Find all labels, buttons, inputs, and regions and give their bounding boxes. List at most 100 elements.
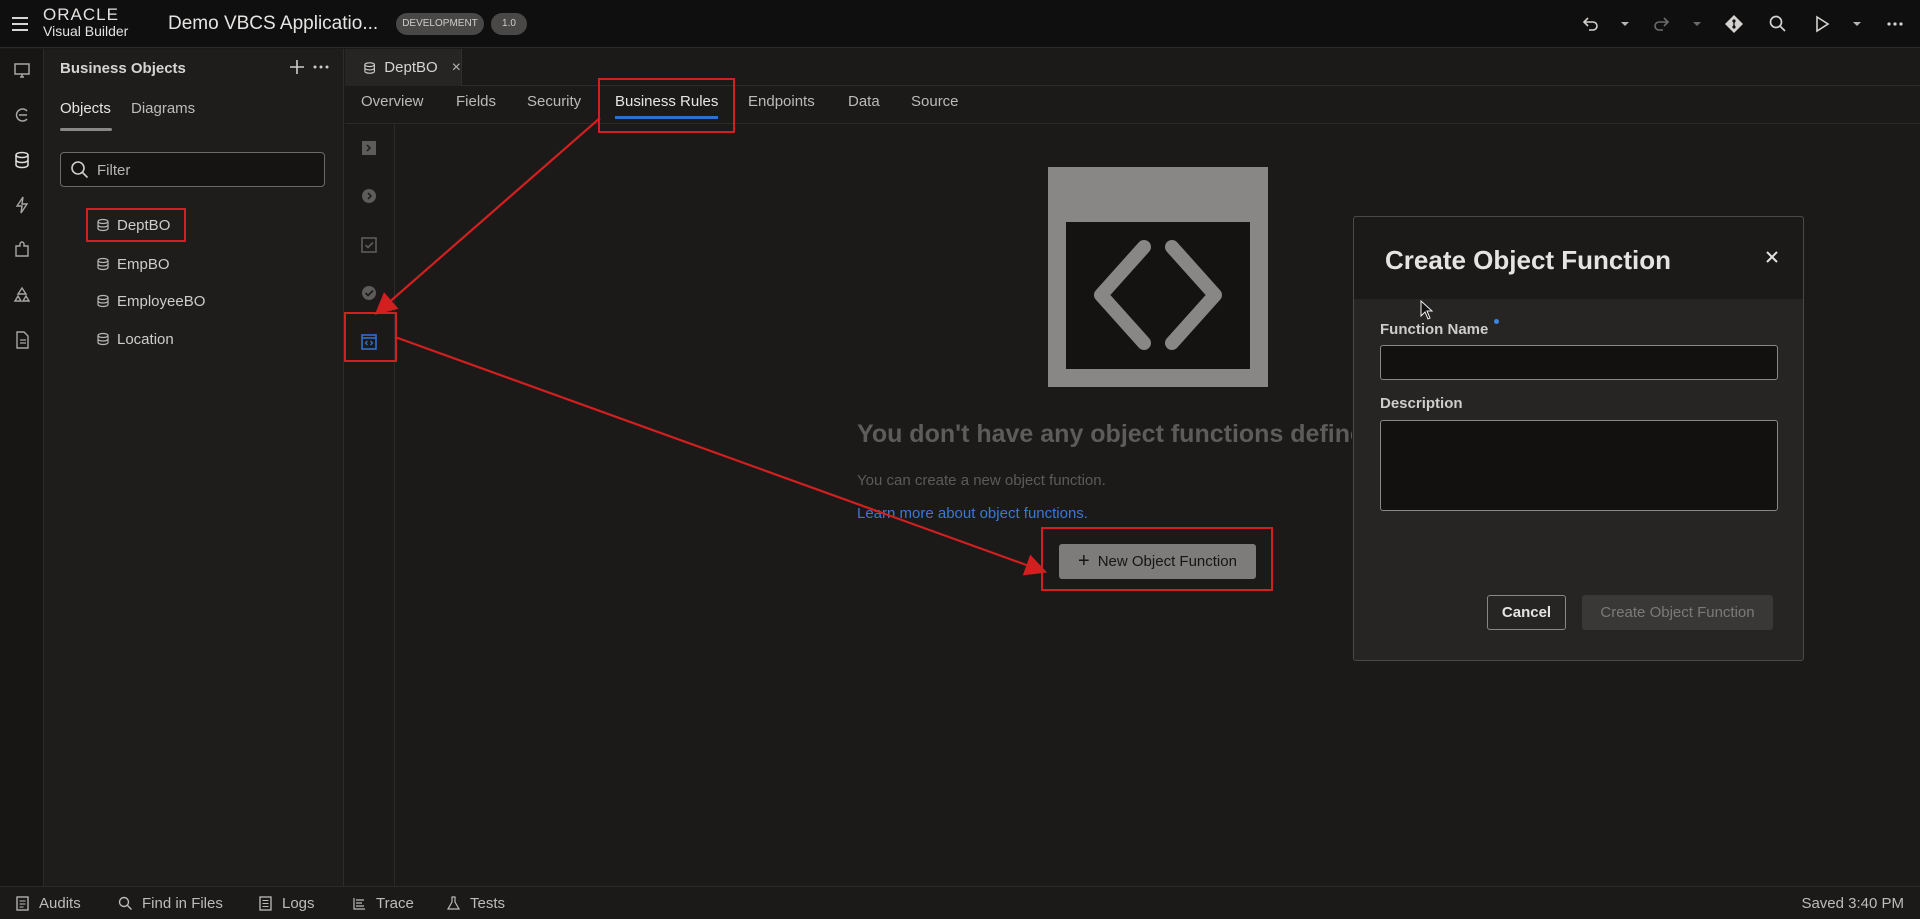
cancel-button[interactable]: Cancel [1487,595,1566,630]
save-status: Saved 3:40 PM [1801,895,1904,912]
function-name-field[interactable] [1380,345,1778,380]
business-object-icon [97,218,109,232]
required-indicator [1494,319,1499,324]
app-title[interactable]: Demo VBCS Applicatio... [168,13,378,35]
dialog-title: Create Object Function [1385,245,1672,275]
tab-fields[interactable]: Fields [456,93,496,110]
panel-more-icon[interactable] [312,58,330,76]
tree-item-label: EmployeeBO [117,292,206,310]
statusbar-audits[interactable]: Audits [15,895,81,912]
tree-item-label: EmpBO [117,255,170,273]
tree-item-label: Location [117,330,174,348]
close-tab-icon[interactable]: × [452,59,461,77]
trace-icon [353,898,365,910]
hamburger-menu-icon[interactable] [10,14,30,34]
function-name-label: Function Name [1380,321,1489,338]
new-object-function-button[interactable]: + New Object Function [1059,544,1256,579]
statusbar-trace[interactable]: Trace [352,895,414,912]
description-label: Description [1380,395,1463,412]
tab-diagrams[interactable]: Diagrams [131,100,195,117]
run-dropdown-icon[interactable] [1852,19,1862,29]
dialog-header: Create Object Function [1354,217,1803,299]
statusbar-label: Find in Files [142,895,223,912]
tab-data[interactable]: Data [848,93,880,110]
field-triggers-icon[interactable] [360,187,378,205]
mouse-cursor-icon [1420,300,1434,320]
tree-item-empbo[interactable]: EmpBO [96,249,170,279]
editor-tab-deptbo[interactable]: DeptBO × [345,49,462,86]
learn-more-link[interactable]: Learn more about object functions. [857,505,1088,522]
business-object-icon [364,61,375,74]
source-files-icon[interactable] [12,330,32,350]
events-icon[interactable] [12,195,32,215]
tab-security[interactable]: Security [527,93,581,110]
object-functions-highlight [344,312,397,362]
web-apps-icon[interactable] [12,60,32,80]
run-icon[interactable] [1812,14,1832,34]
redo-icon[interactable] [1652,14,1672,34]
tab-overview[interactable]: Overview [361,93,424,110]
filter-field[interactable] [60,152,325,187]
layouts-icon[interactable] [12,285,32,305]
empty-state-subtitle: You can create a new object function. [857,472,1106,489]
plus-icon: + [1078,550,1090,572]
logs-icon [259,896,272,911]
statusbar-label: Audits [39,895,81,912]
more-options-icon[interactable] [1885,14,1905,34]
version-badge: 1.0 [491,13,527,35]
components-icon[interactable] [12,240,32,260]
object-subtabs: Overview Fields Security Business Rules … [345,86,1920,124]
top-bar: ORACLE Visual Builder Demo VBCS Applicat… [0,0,1920,48]
active-tab-indicator [60,128,112,131]
panel-title: Business Objects [60,60,186,77]
editor-tab-strip: DeptBO × [345,49,1920,86]
oracle-logo: ORACLE [43,5,119,24]
statusbar-label: Logs [282,895,315,912]
business-objects-panel: Business Objects Objects Diagrams DeptBO… [44,49,344,886]
statusbar-label: Tests [470,895,506,912]
services-icon[interactable] [12,105,32,125]
redo-dropdown-icon[interactable] [1692,19,1702,29]
close-icon[interactable] [1762,247,1782,267]
search-icon[interactable] [1768,14,1788,34]
object-functions-illustration [1048,167,1268,387]
tab-objects[interactable]: Objects [60,100,111,117]
tree-item-location[interactable]: Location [96,324,174,354]
undo-dropdown-icon[interactable] [1620,19,1630,29]
flask-icon [446,896,461,910]
field-validators-icon[interactable] [360,284,378,302]
business-rules-highlight [598,78,735,133]
git-icon[interactable] [1724,14,1744,34]
tree-item-employeebo[interactable]: EmployeeBO [96,286,205,316]
tree-item-label: DeptBO [117,216,171,234]
code-brackets-icon [1094,240,1222,350]
business-objects-icon[interactable] [12,150,32,170]
tab-source[interactable]: Source [911,93,959,110]
triggers-icon[interactable] [360,139,378,157]
object-validators-icon[interactable] [360,236,378,254]
tree-item-deptbo[interactable]: DeptBO [85,208,187,242]
status-bar: Audits Find in Files Logs Trace Tests Sa… [0,886,1920,919]
statusbar-label: Trace [376,895,414,912]
statusbar-logs[interactable]: Logs [258,895,315,912]
create-object-function-button[interactable]: Create Object Function [1582,595,1773,630]
business-object-icon [97,294,109,308]
empty-state-title: You don't have any object functions defi… [857,420,1352,448]
add-business-object-icon[interactable] [288,58,306,76]
business-object-icon [97,257,109,271]
search-icon [118,896,132,910]
business-object-icon [97,332,109,346]
filter-input[interactable] [97,159,317,181]
description-field[interactable] [1380,420,1778,511]
audit-icon [16,896,29,911]
search-icon [71,161,89,179]
undo-icon[interactable] [1580,14,1600,34]
business-rules-sidebar [344,124,397,886]
environment-badge: DEVELOPMENT [396,13,484,35]
create-object-function-dialog: Create Object Function Function Name Des… [1353,216,1804,661]
tab-endpoints[interactable]: Endpoints [748,93,815,110]
product-name: Visual Builder [43,23,129,39]
statusbar-find-in-files[interactable]: Find in Files [118,895,223,912]
button-label: New Object Function [1097,553,1237,570]
statusbar-tests[interactable]: Tests [446,895,505,912]
